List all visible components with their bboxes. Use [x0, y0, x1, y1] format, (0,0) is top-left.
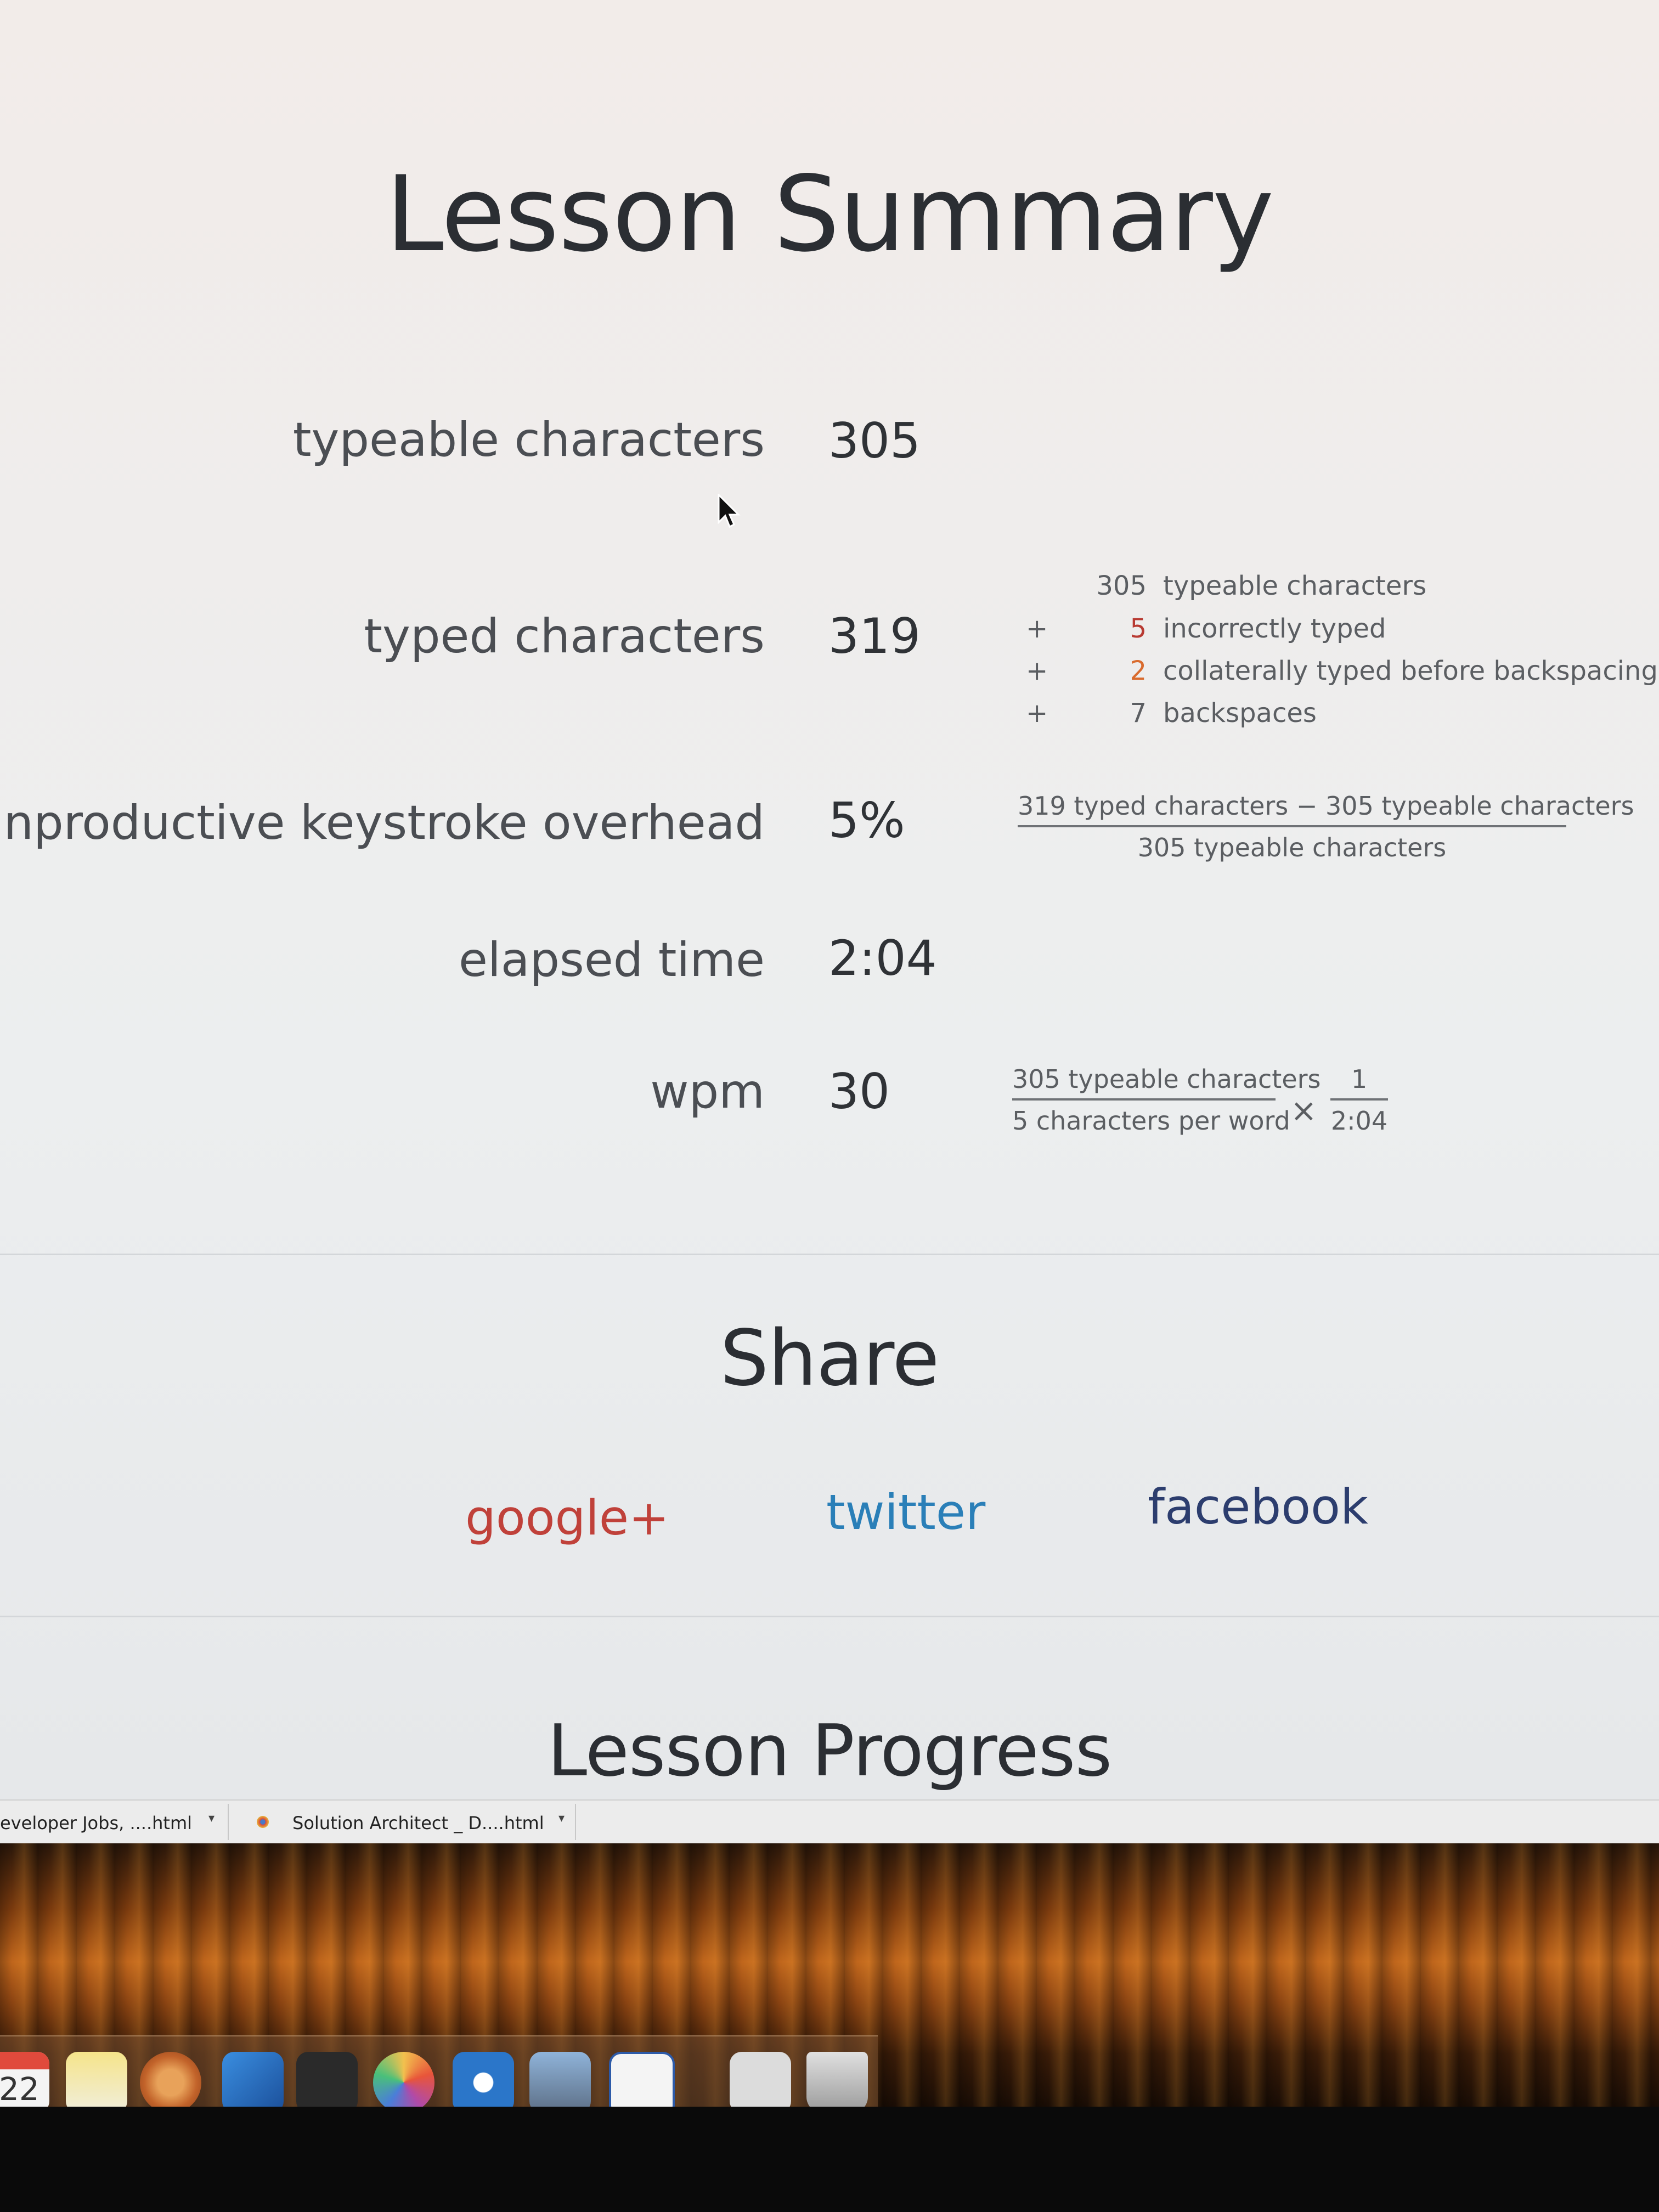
overhead-formula: 319 typed characters − 305 typeable char… — [1018, 791, 1634, 862]
typeable-characters-label: typeable characters — [292, 413, 765, 467]
fraction-bar — [1018, 825, 1566, 827]
trash-icon[interactable] — [806, 2052, 868, 2113]
wpm-fraction-characters: 305 typeable characters 5 characters per… — [1012, 1064, 1321, 1136]
download-filename: Solution Architect _ D....html — [292, 1813, 544, 1833]
lesson-summary-title: Lesson Summary — [385, 154, 1274, 275]
fraction-bar — [1330, 1098, 1388, 1101]
chrome-icon — [257, 1816, 269, 1828]
photos-icon[interactable] — [373, 2052, 435, 2113]
calendar-day: 22 — [0, 2070, 40, 2108]
share-title: Share — [720, 1314, 939, 1403]
typeable-characters-value: 305 — [828, 413, 921, 469]
google-plus-share-link[interactable]: google+ — [465, 1489, 669, 1546]
overhead-label: unproductive keystroke overhead — [0, 795, 765, 850]
breakdown-operator: + — [1026, 613, 1048, 644]
chevron-down-icon[interactable]: ▾ — [208, 1812, 215, 1825]
overhead-denominator: 305 typeable characters — [1137, 833, 1447, 862]
breakdown-text: collaterally typed before backspacing — [1163, 656, 1658, 686]
breakdown-text: incorrectly typed — [1163, 613, 1386, 644]
browser-page: Lesson Summary typeable characters 305 t… — [0, 0, 1659, 1799]
screen-bezel — [0, 2107, 1659, 2212]
typed-characters-breakdown: 305 typeable characters + 5 incorrectly … — [1026, 571, 1658, 735]
multiply-sign: × — [1290, 1092, 1317, 1129]
breakdown-number: 305 — [1096, 571, 1147, 601]
wpm-denominator: 5 characters per word — [1012, 1106, 1290, 1136]
overhead-value: 5% — [828, 792, 905, 849]
breakdown-number: 5 — [1130, 613, 1147, 644]
lesson-progress-title: Lesson Progress — [547, 1709, 1113, 1792]
download-filename: eveloper Jobs, ....html — [0, 1813, 193, 1833]
calendar-header — [0, 2052, 49, 2069]
breakdown-operator: + — [1026, 656, 1048, 686]
twitter-share-link[interactable]: twitter — [826, 1484, 985, 1541]
wpm-numerator: 305 typeable characters — [1012, 1064, 1321, 1094]
download-bar: eveloper Jobs, ....html ▾ Solution Archi… — [0, 1799, 1659, 1844]
elapsed-time-value: 2:04 — [828, 930, 937, 986]
xcode-icon[interactable] — [222, 2052, 284, 2113]
section-divider — [0, 1616, 1659, 1617]
calendar-icon[interactable]: 22 — [0, 2052, 49, 2113]
wpm-fraction-time: 1 2:04 — [1330, 1064, 1388, 1136]
preview-icon[interactable] — [529, 2052, 591, 2113]
rocket-app-icon[interactable] — [140, 2052, 201, 2113]
download-item[interactable]: eveloper Jobs, ....html ▾ — [0, 1804, 229, 1840]
notes-icon[interactable] — [66, 2052, 127, 2113]
breakdown-text: typeable characters — [1163, 571, 1427, 601]
wpm-label: wpm — [650, 1064, 765, 1119]
breakdown-operator: + — [1026, 698, 1048, 729]
breakdown-text: backspaces — [1163, 698, 1317, 729]
typed-characters-value: 319 — [828, 608, 921, 664]
teamviewer-icon[interactable] — [453, 2052, 514, 2113]
wpm-time-numerator: 1 — [1351, 1064, 1368, 1094]
breakdown-number: 7 — [1130, 698, 1147, 729]
section-divider — [0, 1254, 1659, 1255]
wpm-time-denominator: 2:04 — [1330, 1106, 1388, 1136]
document-icon[interactable] — [730, 2052, 791, 2113]
fraction-bar — [1012, 1098, 1276, 1101]
elapsed-time-label: elapsed time — [458, 933, 765, 988]
download-item[interactable]: Solution Architect _ D....html ▾ — [235, 1804, 576, 1840]
sketch-icon[interactable] — [296, 2052, 358, 2113]
overhead-numerator: 319 typed characters − 305 typeable char… — [1018, 791, 1634, 821]
breakdown-number: 2 — [1130, 656, 1147, 686]
chevron-down-icon[interactable]: ▾ — [558, 1812, 565, 1825]
mouse-cursor-icon — [718, 494, 741, 528]
facebook-share-link[interactable]: facebook — [1148, 1479, 1368, 1535]
typed-characters-label: typed characters — [364, 609, 765, 664]
wpm-value: 30 — [828, 1063, 890, 1120]
